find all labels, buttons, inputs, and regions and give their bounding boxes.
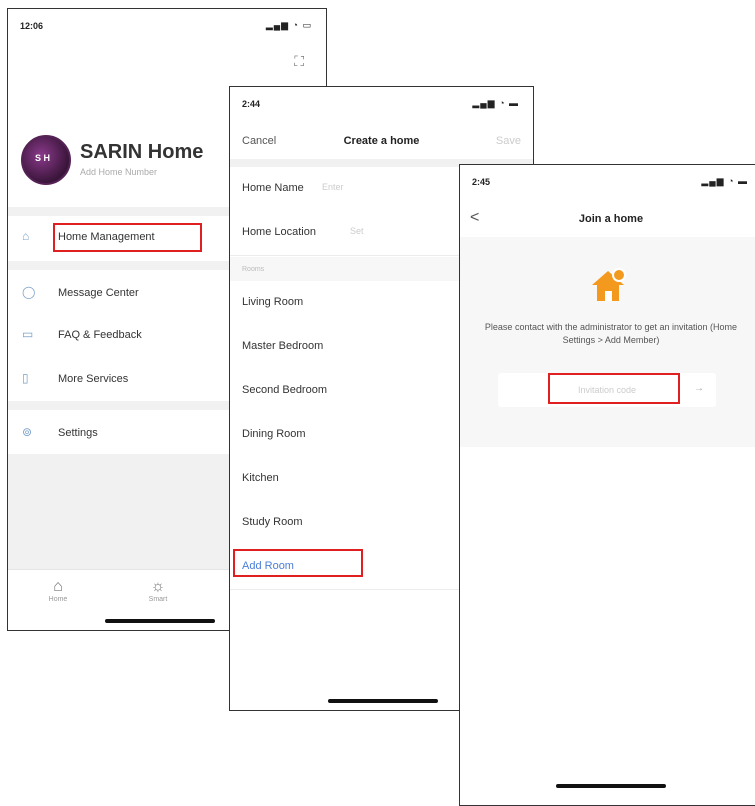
field-label: Home Name — [242, 182, 304, 194]
avatar-text: S H — [35, 153, 51, 163]
status-bar: 2:44 ▂▄▆ ◔ ▬ — [230, 87, 533, 117]
save-button[interactable]: Save — [496, 135, 521, 147]
nav-bar: < Join a home — [460, 205, 755, 235]
section-label: Rooms — [242, 266, 265, 273]
field-label: Home Location — [242, 226, 316, 238]
settings-icon: ⊚ — [22, 425, 33, 439]
status-icons: ▂▄▆ ◔ ▬ — [472, 98, 519, 108]
home-name: SARIN Home — [80, 141, 204, 163]
home-location-value: Set — [350, 226, 364, 236]
status-time: 12:06 — [20, 21, 44, 31]
home-subtitle: Add Home Number — [80, 167, 158, 177]
room-label: Master Bedroom — [242, 340, 324, 352]
scan-icon[interactable]: ⛶ — [294, 53, 304, 70]
highlight-box — [233, 549, 363, 577]
menu-label: Settings — [58, 427, 98, 439]
home-tab-icon: ⌂ — [53, 578, 63, 595]
room-label: Living Room — [242, 296, 304, 308]
tab-smart[interactable]: ☼ Smart — [138, 578, 178, 603]
services-icon: ▯ — [22, 371, 29, 385]
menu-label: FAQ & Feedback — [58, 329, 142, 341]
status-icons: ▂▄▆ ◔ ▬ — [701, 176, 748, 186]
highlight-box — [548, 373, 680, 404]
room-label: Dining Room — [242, 428, 306, 440]
room-label: Kitchen — [242, 472, 279, 484]
message-icon: ◯ — [22, 285, 36, 299]
smart-tab-icon: ☼ — [150, 578, 166, 595]
highlight-box — [53, 223, 202, 252]
page-title: Join a home — [578, 213, 644, 225]
avatar[interactable]: S H — [21, 135, 71, 185]
status-icons: ▂▄▆ ◔ ▭ — [265, 20, 312, 30]
status-bar: 2:45 ▂▄▆ ◔ ▬ — [460, 165, 755, 195]
home-indicator — [328, 699, 438, 703]
home-indicator — [556, 784, 666, 788]
status-bar: 12:06 ▂▄▆ ◔ ▭ — [8, 9, 326, 39]
phone-join-home-screen: 2:45 ▂▄▆ ◔ ▬ < Join a home Please contac… — [459, 164, 755, 806]
home-indicator — [105, 619, 215, 623]
instruction-text: Please contact with the administrator to… — [484, 322, 738, 345]
tab-home[interactable]: ⌂ Home — [38, 578, 78, 603]
tab-label: Smart — [148, 596, 168, 603]
menu-label: More Services — [58, 373, 129, 385]
house-icon: ⌂ — [22, 229, 30, 243]
home-name-input[interactable]: Enter — [322, 182, 344, 192]
room-label: Second Bedroom — [242, 384, 327, 396]
page-title: Create a home — [343, 135, 420, 147]
nav-bar: Cancel Create a home Save — [230, 127, 533, 157]
status-time: 2:44 — [242, 99, 261, 109]
tab-label: Home — [48, 596, 68, 603]
faq-icon: ▭ — [22, 327, 34, 341]
status-time: 2:45 — [472, 177, 491, 187]
house-icon — [592, 268, 626, 301]
submit-arrow-icon[interactable]: → — [694, 383, 704, 394]
menu-label: Message Center — [58, 287, 139, 299]
room-label: Study Room — [242, 516, 303, 528]
